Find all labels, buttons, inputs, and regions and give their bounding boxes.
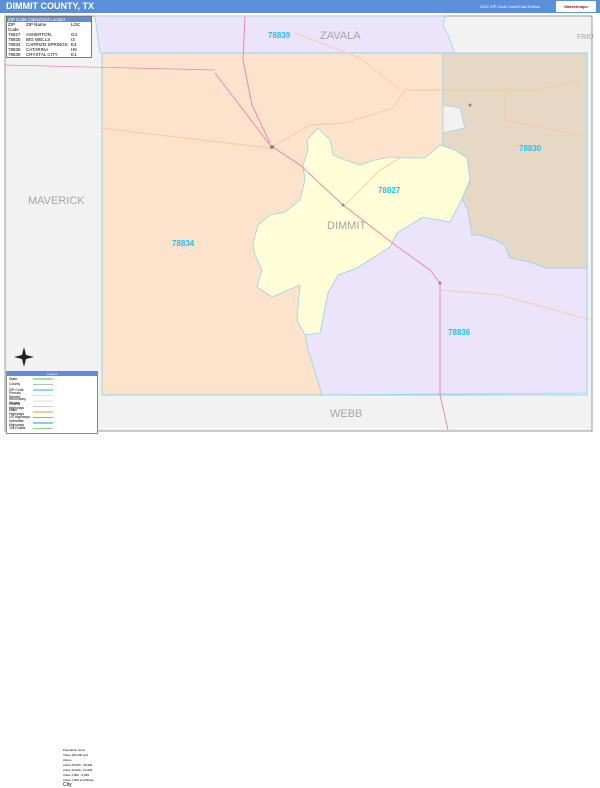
population-item: Cities 100,000 and Above — [63, 753, 89, 762]
legend-line-swatch — [33, 411, 53, 413]
county-label-frio: FRIO — [577, 34, 594, 41]
table-row: 78839 CRYSTAL CITY E1 — [7, 52, 91, 57]
edition-label: 2022 ZIP Code Color/Cast Edition — [480, 4, 541, 9]
legend-line-swatch — [33, 378, 53, 380]
column-header: LOC — [71, 22, 81, 27]
zip-label-78827: 78827 — [378, 186, 401, 195]
legend-line-swatch — [33, 394, 53, 396]
legend-item-label: Toll Roads — [9, 426, 26, 431]
legend-line-swatch — [33, 422, 53, 424]
publisher-logo: Marketmaps — [556, 1, 596, 12]
population-legend: Population Icons Cities 100,000 and Abov… — [63, 748, 97, 788]
legend-line-swatch — [33, 383, 53, 385]
legend-line-swatch — [33, 389, 53, 391]
legend-item-label: County — [9, 382, 21, 387]
county-label-dimmit: DIMMIT — [327, 220, 366, 232]
legend-item-label: State — [9, 376, 18, 381]
zip-index-header-row: ZIP Code ZIP Name LOC — [7, 22, 91, 32]
zip-cell: 78839 — [8, 52, 21, 57]
county-label-zavala: ZAVALA — [320, 30, 361, 42]
column-header: ZIP Name — [26, 22, 47, 27]
zip-index-table: ZIP Code Index/Grid Locator ZIP Code ZIP… — [6, 16, 92, 58]
loc-cell: E1 — [71, 52, 77, 57]
city-icon-label: City — [63, 782, 72, 788]
legend-line-swatch — [33, 416, 53, 418]
legend-line-swatch — [33, 400, 53, 402]
map-title: DIMMIT COUNTY, TX — [6, 1, 94, 11]
zip-label-78830: 78830 — [519, 144, 542, 153]
county-label-maverick: MAVERICK — [28, 195, 85, 207]
zip-label-78839: 78839 — [268, 31, 291, 40]
legend-item: Toll Roads — [7, 426, 97, 432]
zip-label-78836: 78836 — [448, 328, 471, 337]
legend-line-swatch — [33, 427, 53, 429]
county-label-webb: WEBB — [330, 408, 362, 420]
title-bar: DIMMIT COUNTY, TX 2022 ZIP Code Color/Ca… — [0, 0, 600, 13]
column-header: ZIP Code — [8, 22, 19, 32]
map-legend: Legend State County ZIP Code Primary Street… — [6, 371, 98, 788]
name-cell: CRYSTAL CITY — [26, 52, 58, 57]
zip-label-78834: 78834 — [172, 239, 195, 248]
legend-line-swatch — [33, 405, 53, 407]
